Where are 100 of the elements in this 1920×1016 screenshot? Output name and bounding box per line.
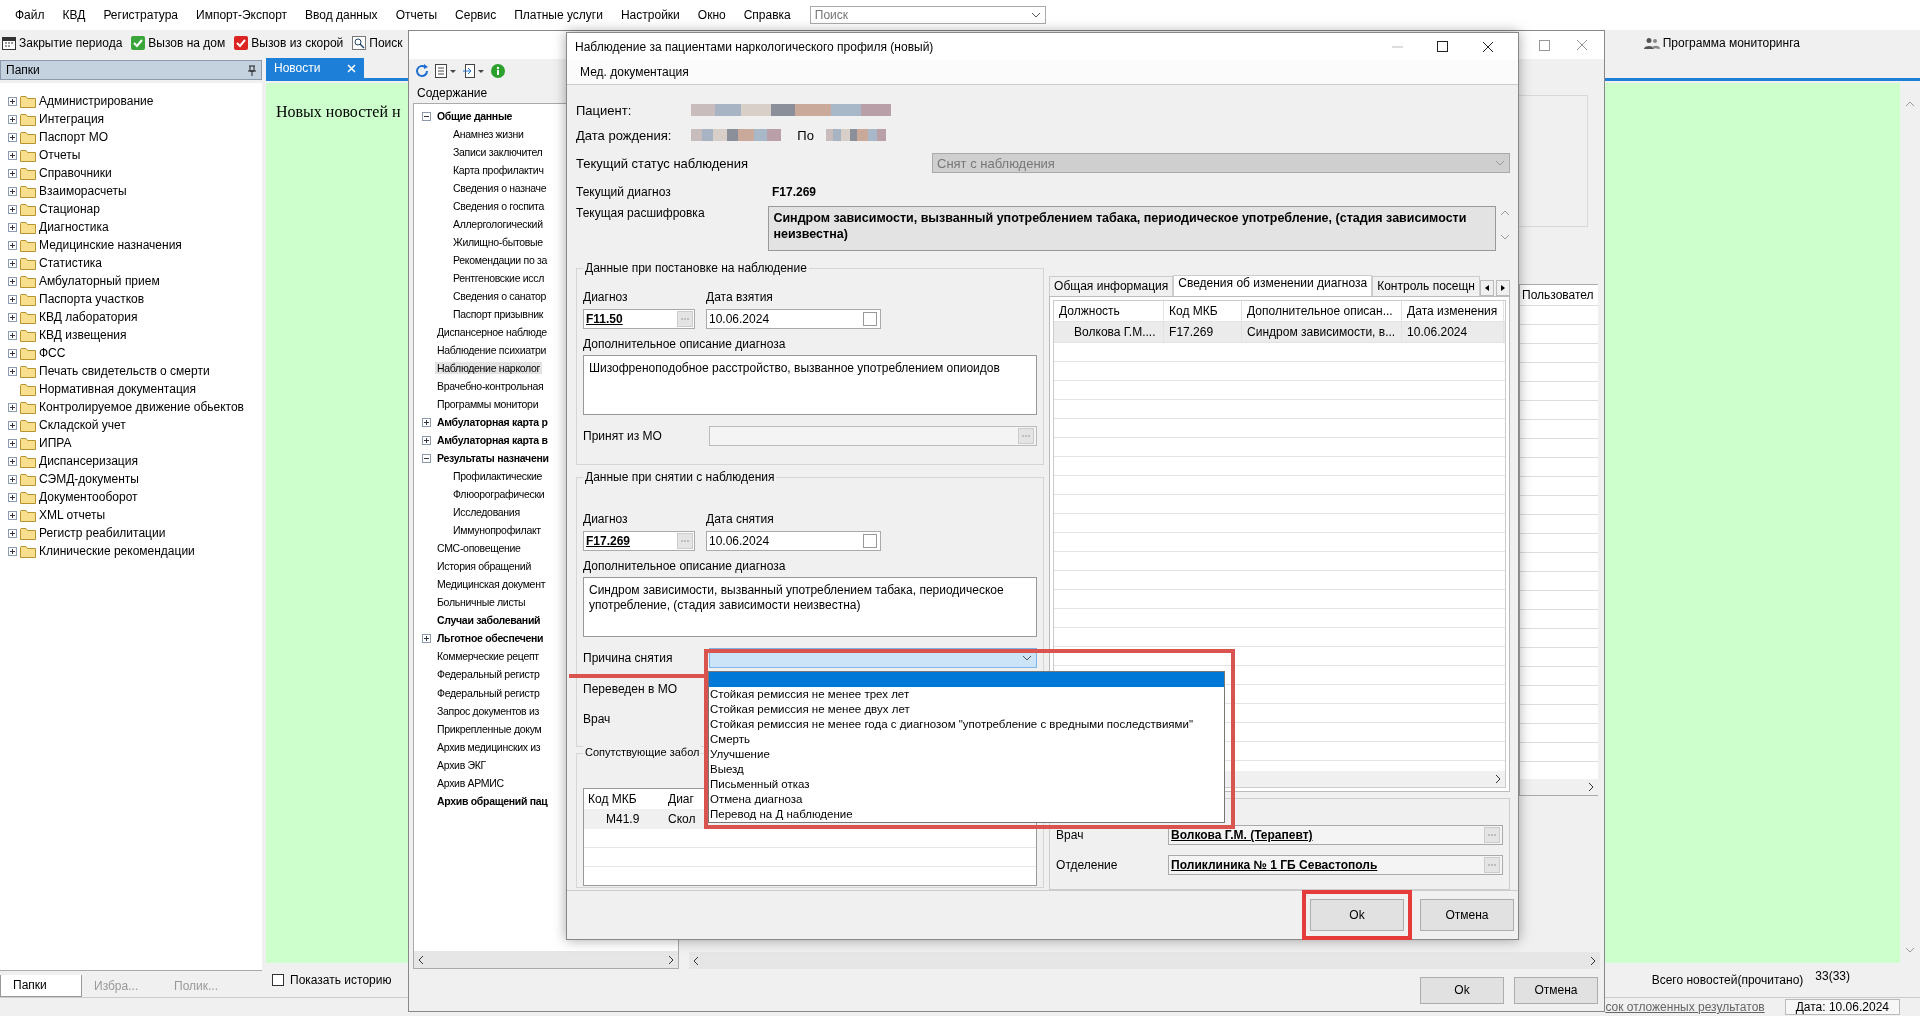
tree-item[interactable]: Амбулаторный прием (39, 274, 160, 288)
column-header[interactable]: Диаг (664, 792, 694, 806)
expand-icon[interactable] (8, 456, 17, 466)
menu-item[interactable]: Отчеты (386, 8, 447, 22)
tree-item[interactable]: КВД лаборатория (39, 310, 138, 324)
tree-item[interactable]: Архив обращений пац (435, 794, 550, 807)
lookup-field[interactable]: Волкова Г.М. (Терапевт) (1168, 825, 1503, 845)
tree-item[interactable]: Запрос документов из (435, 704, 542, 717)
tree-item[interactable]: Федеральный регистр (435, 686, 542, 699)
expand-icon[interactable] (8, 240, 17, 250)
menu-item[interactable]: Ввод данных (296, 8, 387, 22)
pin-icon[interactable] (248, 64, 256, 76)
menu-item[interactable]: Настройки (611, 8, 689, 22)
tree-item[interactable]: Печать свидетельств о смерти (39, 364, 210, 378)
maximize-icon[interactable] (1437, 41, 1448, 53)
date-field[interactable]: 10.06.2024 (706, 309, 881, 329)
tree-item[interactable]: Больничные листы (435, 596, 528, 609)
tree-item[interactable]: Диспансерное наблюде (435, 326, 549, 339)
menu-item[interactable]: КВД (53, 8, 95, 22)
tree-item[interactable]: Регистр реабилитации (39, 526, 166, 540)
tree-item[interactable]: Профилактические (451, 470, 545, 483)
text-area[interactable]: Шизофреноподобное расстройство, вызванное употреблением опиоидов (583, 355, 1038, 415)
tree-item[interactable]: Программы монитори (435, 398, 541, 411)
expand-icon[interactable] (8, 258, 17, 268)
expand-icon[interactable] (8, 366, 17, 376)
tree-item[interactable]: Документооборот (39, 490, 138, 504)
date-field[interactable]: 10.06.2024 (706, 531, 881, 551)
tree-item[interactable]: Нормативная документация (39, 382, 196, 396)
status-link[interactable]: сок отложенных результатов (1605, 1000, 1765, 1014)
tab[interactable]: Общая информация (1049, 276, 1174, 296)
tree-item[interactable]: Случаи заболеваний (435, 614, 543, 627)
tab[interactable]: Контроль посещн (1372, 276, 1480, 296)
tab[interactable]: Сведения об изменении диагноза (1173, 275, 1373, 296)
tree-item[interactable]: Медицинские назначения (39, 238, 182, 252)
tree-item[interactable]: Карта профилактич (451, 164, 546, 177)
tree-item[interactable]: Справочники (39, 166, 112, 180)
expand-icon[interactable] (8, 474, 17, 484)
dropdown-option[interactable]: Стойкая ремиссия не менее года с диагнозом "употребление с вредными последствиями" (709, 717, 1224, 732)
dropdown-option[interactable]: Отмена диагноза (709, 792, 1224, 807)
tree-item[interactable]: Паспорта участков (39, 292, 145, 306)
tree-item[interactable]: Коммерческие рецепт (435, 650, 541, 663)
tree-item[interactable]: Льготное обеспечени (435, 632, 546, 645)
tree-item[interactable]: Наблюдение нарколог (435, 362, 543, 375)
expand-icon[interactable] (8, 330, 17, 340)
tree-item[interactable]: Складской учет (39, 418, 126, 432)
tree-item[interactable]: Федеральный регистр (435, 668, 542, 681)
close-icon[interactable] (1482, 40, 1494, 53)
expand-icon[interactable] (422, 435, 431, 445)
toolbar-button[interactable]: Закрытие периода (2, 36, 123, 50)
toolbar-button[interactable]: Вызов из скорой (234, 36, 344, 50)
expand-icon[interactable] (8, 96, 17, 106)
tree-item[interactable]: Сведения о санатор (451, 290, 549, 303)
expand-icon[interactable] (8, 312, 17, 322)
tree-item[interactable]: Амбулаторная карта р (435, 416, 550, 429)
dropdown-option[interactable]: Выезд (709, 762, 1224, 777)
dropdown-option[interactable]: Перевод на Д наблюдение (709, 807, 1224, 822)
dropdown-option[interactable]: Смерть (709, 732, 1224, 747)
tree-item[interactable]: Диспансеризация (39, 454, 138, 468)
chevron-icon[interactable] (1030, 12, 1041, 18)
tree-item[interactable]: Врачебно-контрольная (435, 380, 546, 393)
diagnosis-field[interactable]: F11.50 (583, 309, 695, 329)
tree-item[interactable]: Интеграция (39, 112, 105, 126)
scroll-right-icon[interactable] (668, 954, 674, 965)
tree-item[interactable]: Жилищно-бытовые (451, 236, 545, 249)
menu-item[interactable]: Сервис (446, 8, 506, 22)
expand-icon[interactable] (422, 417, 431, 427)
tree-item[interactable]: Отчеты (39, 148, 81, 162)
column-header[interactable]: Дата изменения (1402, 301, 1505, 321)
toolbar-button[interactable]: Программа мониторинга (1643, 36, 1800, 50)
button[interactable]: Ok (1420, 976, 1504, 1004)
tree-item[interactable]: Паспорт призывник (451, 308, 545, 321)
collapse-icon[interactable] (422, 111, 431, 121)
menu-item[interactable]: Справка (734, 8, 800, 22)
column-header[interactable]: Код МКБ (1164, 301, 1243, 321)
expand-icon[interactable] (8, 492, 17, 502)
tree-item[interactable]: Амбулаторная карта в (435, 434, 550, 447)
tree-item[interactable]: Исследования (451, 506, 522, 519)
dropdown-option[interactable]: Стойкая ремиссия не менее двух лет (709, 702, 1224, 717)
menu-item[interactable]: Мед. документация (571, 65, 698, 80)
expand-icon[interactable] (8, 222, 17, 232)
expand-icon[interactable] (8, 510, 17, 520)
tab[interactable]: Новости (266, 58, 364, 78)
collapse-icon[interactable] (422, 453, 431, 463)
scroll-tabs-right-button[interactable] (1496, 280, 1510, 296)
tree-item[interactable]: Взаиморасчеты (39, 184, 127, 198)
document-icon[interactable] (435, 64, 457, 78)
tree-item[interactable]: Администрирование (39, 94, 154, 108)
refresh-icon[interactable] (415, 64, 429, 78)
button[interactable]: Ok (1310, 899, 1404, 931)
tree-item[interactable]: Паспорт МО (39, 130, 109, 144)
checkbox-label[interactable]: Показать историю (290, 973, 392, 987)
export-icon[interactable] (463, 64, 485, 78)
text-area[interactable]: Синдром зависимости, вызванный употреблением табака, периодическое употребление, (стадия зависимости неизвестна) (583, 577, 1038, 637)
tree-item[interactable]: Иммунопрофилакт (451, 524, 543, 537)
search-field[interactable]: Поиск (809, 6, 1046, 24)
column-header[interactable]: Код МКБ (584, 792, 664, 806)
menu-item[interactable]: Платные услуги (505, 8, 612, 22)
expand-icon[interactable] (8, 348, 17, 358)
button[interactable]: Отмена (1420, 899, 1514, 931)
toolbar-button[interactable]: Поиск (352, 36, 403, 50)
